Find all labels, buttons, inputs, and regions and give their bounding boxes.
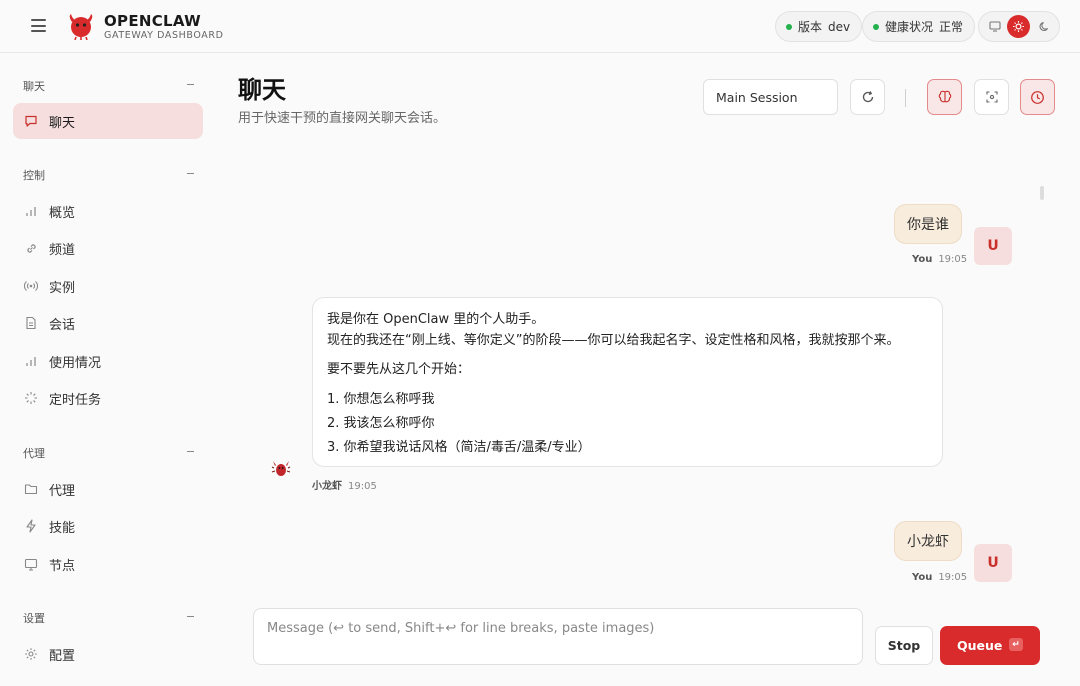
clock-icon: [1031, 90, 1044, 104]
message-list: 1. 你想怎么称呼我 2. 我该怎么称呼你 3. 你希望我说话风格（简洁/毒舌/…: [327, 388, 928, 460]
sidebar-item-label: 定时任务: [49, 392, 102, 408]
message-line: 我是你在 OpenClaw 里的个人助手。: [327, 312, 545, 327]
menu-icon[interactable]: [31, 19, 46, 32]
message-sender: 小龙虾: [312, 481, 342, 492]
document-icon: [24, 316, 38, 330]
sidebar-item-skills[interactable]: 技能: [13, 508, 203, 544]
sidebar-item-label: 代理: [49, 483, 76, 499]
moon-icon[interactable]: [1033, 15, 1056, 38]
collapse-icon[interactable]: [187, 616, 194, 617]
queue-label: Queue: [957, 638, 1003, 653]
sidebar-item-label: 技能: [49, 520, 76, 536]
focus-icon: [985, 91, 998, 103]
user-avatar: U: [974, 544, 1012, 582]
sidebar-item-label: 实例: [49, 280, 76, 296]
scrollbar[interactable]: [1040, 186, 1044, 200]
loader-icon: [24, 391, 38, 405]
lobster-avatar-icon: [271, 461, 291, 476]
page-title: 聊天: [238, 76, 286, 104]
theme-switcher: [978, 11, 1060, 42]
message-line: 要不要先从这几个开始：: [327, 362, 471, 377]
list-item: 2. 我该怎么称呼你: [327, 416, 435, 431]
session-select[interactable]: Main Session: [703, 79, 838, 115]
focus-button[interactable]: [974, 79, 1009, 115]
list-item: 1. 你想怎么称呼我: [327, 392, 435, 407]
bar-chart-icon: [24, 204, 38, 218]
lightning-icon: [24, 519, 38, 533]
message-sender: You: [912, 254, 933, 265]
status-dot-icon: [873, 23, 879, 30]
message-line: 现在的我还在“刚上线、等你定义”的阶段——你可以给我起名字、设定性格和风格，我就…: [327, 333, 900, 348]
sidebar-item-label: 概览: [49, 205, 76, 221]
sidebar: 聊天 聊天 控制 概览 频道 实例 会话 使用情况 定时任务 代理 代理 技能 …: [0, 54, 216, 686]
collapse-icon[interactable]: [187, 173, 194, 174]
sidebar-item-config[interactable]: 配置: [13, 636, 203, 672]
broadcast-icon: [24, 279, 38, 293]
message-time: 19:05: [348, 481, 377, 492]
sidebar-item-usage[interactable]: 使用情况: [13, 343, 203, 379]
health-badge: 健康状况 正常: [862, 11, 976, 42]
version-value: dev: [828, 19, 851, 34]
message-sender: You: [912, 572, 933, 583]
sidebar-item-label: 聊天: [49, 115, 76, 131]
assistant-message-bubble: 我是你在 OpenClaw 里的个人助手。 现在的我还在“刚上线、等你定义”的阶…: [312, 297, 943, 467]
sidebar-item-scheduled-tasks[interactable]: 定时任务: [13, 380, 203, 416]
sidebar-item-instances[interactable]: 实例: [13, 268, 203, 304]
message-meta: 小龙虾 19:05: [312, 477, 377, 492]
brand-subtitle: GATEWAY DASHBOARD: [104, 30, 224, 41]
sun-icon[interactable]: [1007, 15, 1030, 38]
sidebar-item-label: 会话: [49, 317, 76, 333]
collapse-icon[interactable]: [187, 84, 194, 85]
sidebar-item-channels[interactable]: 频道: [13, 230, 203, 266]
sidebar-section-chat: 聊天: [23, 80, 45, 93]
bar-chart-icon: [24, 354, 38, 368]
sidebar-item-overview[interactable]: 概览: [13, 193, 203, 229]
brain-toggle-button[interactable]: [927, 79, 962, 115]
refresh-icon: [862, 91, 873, 103]
health-value: 正常: [939, 20, 964, 34]
sidebar-item-label: 配置: [49, 648, 76, 664]
user-avatar: U: [974, 227, 1012, 265]
sidebar-item-agents[interactable]: 代理: [13, 471, 203, 507]
user-message-bubble: 小龙虾: [894, 521, 962, 561]
sidebar-item-label: 使用情况: [49, 355, 102, 371]
gear-icon: [24, 647, 38, 661]
message-meta: You 19:05: [912, 572, 967, 583]
collapse-icon[interactable]: [187, 451, 194, 452]
version-badge: 版本 dev: [775, 11, 863, 42]
message-time: 19:05: [938, 254, 968, 265]
page-subtitle: 用于快速干预的直接网关聊天会话。: [238, 111, 447, 126]
stop-button[interactable]: Stop: [875, 626, 933, 665]
sidebar-item-nodes[interactable]: 节点: [13, 546, 203, 582]
sidebar-section-control: 控制: [23, 169, 45, 182]
version-label: 版本: [798, 20, 823, 34]
sidebar-item-sessions[interactable]: 会话: [13, 305, 203, 341]
brain-icon: [938, 90, 951, 103]
message-meta: You 19:05: [912, 254, 967, 265]
message-time: 19:05: [938, 572, 968, 583]
enter-key-icon: ↵: [1009, 638, 1023, 651]
sidebar-section-agents: 代理: [23, 447, 45, 460]
brand-title: OPENCLAW: [104, 12, 201, 30]
status-dot-icon: [786, 23, 792, 30]
message-input[interactable]: Message (↩ to send, Shift+↩ for line bre…: [253, 608, 863, 665]
user-message-bubble: 你是谁: [894, 204, 962, 244]
queue-button[interactable]: Queue ↵: [940, 626, 1040, 665]
sidebar-item-label: 节点: [49, 558, 76, 574]
monitor-icon: [24, 557, 38, 571]
history-button[interactable]: [1020, 79, 1055, 115]
link-icon: [24, 241, 38, 255]
divider: [905, 89, 906, 107]
lobster-logo-icon: [69, 14, 93, 40]
list-item: 3. 你希望我说话风格（简洁/毒舌/温柔/专业）: [327, 440, 591, 455]
top-bar: OPENCLAW GATEWAY DASHBOARD 版本 dev 健康状况 正…: [0, 0, 1080, 53]
sidebar-section-settings: 设置: [23, 612, 45, 625]
refresh-button[interactable]: [850, 79, 885, 115]
health-label: 健康状况: [885, 20, 934, 34]
sidebar-item-chat[interactable]: 聊天: [13, 103, 203, 139]
sidebar-item-label: 频道: [49, 242, 76, 258]
monitor-icon[interactable]: [983, 15, 1006, 38]
folder-icon: [24, 482, 38, 496]
chat-bubble-icon: [24, 114, 38, 128]
